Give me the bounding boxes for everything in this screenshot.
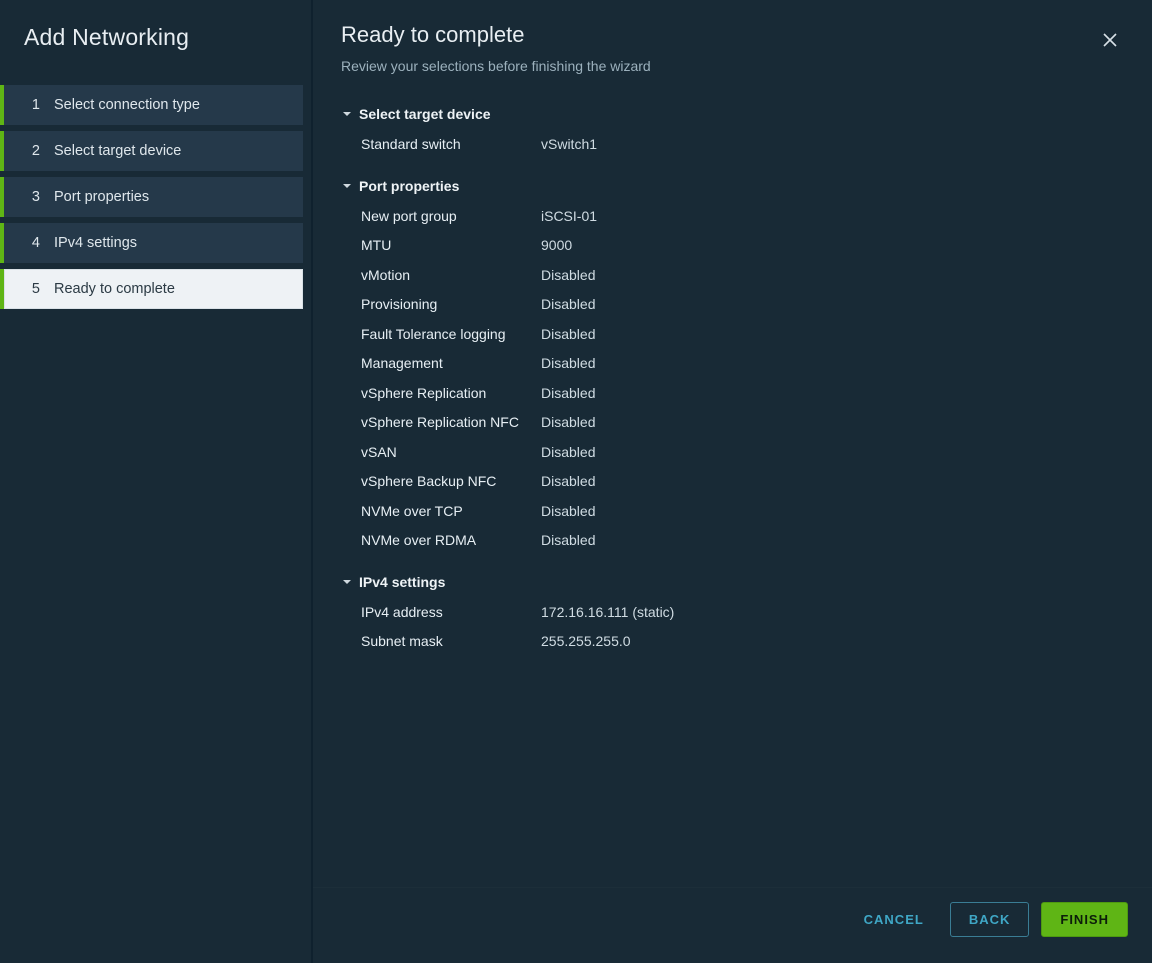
section-title: Select target device xyxy=(359,106,491,122)
row-label: Fault Tolerance logging xyxy=(361,326,541,344)
step-select-connection-type[interactable]: 1 Select connection type xyxy=(0,85,303,125)
cancel-button[interactable]: CANCEL xyxy=(850,902,938,937)
step-number: 5 xyxy=(22,281,40,297)
wizard-footer: CANCEL BACK FINISH xyxy=(313,887,1152,963)
row-ft-logging: Fault Tolerance logging Disabled xyxy=(341,320,1124,350)
step-label: Select target device xyxy=(54,143,181,159)
close-icon xyxy=(1103,33,1117,52)
section-title: IPv4 settings xyxy=(359,574,445,590)
step-port-properties[interactable]: 3 Port properties xyxy=(0,177,303,217)
row-value: 172.16.16.111 (static) xyxy=(541,604,1124,622)
step-number: 2 xyxy=(22,143,40,159)
chevron-down-icon xyxy=(341,108,353,120)
row-label: IPv4 address xyxy=(361,604,541,622)
row-value: Disabled xyxy=(541,326,1124,344)
row-value: iSCSI-01 xyxy=(541,208,1124,226)
add-networking-wizard: Add Networking 1 Select connection type … xyxy=(0,0,1152,963)
row-value: Disabled xyxy=(541,444,1124,462)
row-new-port-group: New port group iSCSI-01 xyxy=(341,202,1124,232)
chevron-down-icon xyxy=(341,576,353,588)
review-content: Select target device Standard switch vSw… xyxy=(313,94,1152,887)
row-value: Disabled xyxy=(541,296,1124,314)
row-ipv4-address: IPv4 address 172.16.16.111 (static) xyxy=(341,598,1124,628)
row-value: Disabled xyxy=(541,355,1124,373)
row-vsphere-replication: vSphere Replication Disabled xyxy=(341,379,1124,409)
row-management: Management Disabled xyxy=(341,349,1124,379)
step-ready-to-complete[interactable]: 5 Ready to complete xyxy=(0,269,303,309)
step-number: 1 xyxy=(22,97,40,113)
section-header-port[interactable]: Port properties xyxy=(341,172,1124,200)
row-value: vSwitch1 xyxy=(541,136,1124,154)
row-value: Disabled xyxy=(541,503,1124,521)
wizard-sidebar: Add Networking 1 Select connection type … xyxy=(0,0,312,963)
row-label: NVMe over TCP xyxy=(361,503,541,521)
row-label: NVMe over RDMA xyxy=(361,532,541,550)
back-button[interactable]: BACK xyxy=(950,902,1030,937)
row-label: vSphere Replication xyxy=(361,385,541,403)
wizard-main: Ready to complete Review your selections… xyxy=(312,0,1152,963)
section-rows: New port group iSCSI-01 MTU 9000 vMotion… xyxy=(341,200,1124,562)
header-texts: Ready to complete Review your selections… xyxy=(341,22,1096,74)
step-number: 3 xyxy=(22,189,40,205)
section-title: Port properties xyxy=(359,178,459,194)
row-standard-switch: Standard switch vSwitch1 xyxy=(341,130,1124,160)
row-value: 255.255.255.0 xyxy=(541,633,1124,651)
row-vsphere-replication-nfc: vSphere Replication NFC Disabled xyxy=(341,408,1124,438)
row-value: Disabled xyxy=(541,385,1124,403)
row-label: MTU xyxy=(361,237,541,255)
row-value: Disabled xyxy=(541,532,1124,550)
section-port-properties: Port properties New port group iSCSI-01 … xyxy=(341,172,1124,562)
row-value: Disabled xyxy=(541,473,1124,491)
section-header-ipv4[interactable]: IPv4 settings xyxy=(341,568,1124,596)
row-label: vMotion xyxy=(361,267,541,285)
row-provisioning: Provisioning Disabled xyxy=(341,290,1124,320)
close-button[interactable] xyxy=(1096,28,1124,56)
wizard-title: Add Networking xyxy=(0,24,311,79)
row-label: Provisioning xyxy=(361,296,541,314)
row-label: New port group xyxy=(361,208,541,226)
section-header-target[interactable]: Select target device xyxy=(341,100,1124,128)
step-select-target-device[interactable]: 2 Select target device xyxy=(0,131,303,171)
row-value: 9000 xyxy=(541,237,1124,255)
section-rows: Standard switch vSwitch1 xyxy=(341,128,1124,166)
section-rows: IPv4 address 172.16.16.111 (static) Subn… xyxy=(341,596,1124,663)
chevron-down-icon xyxy=(341,180,353,192)
step-label: Ready to complete xyxy=(54,281,175,297)
row-label: vSphere Replication NFC xyxy=(361,414,541,432)
row-label: vSAN xyxy=(361,444,541,462)
row-nvme-tcp: NVMe over TCP Disabled xyxy=(341,497,1124,527)
row-nvme-rdma: NVMe over RDMA Disabled xyxy=(341,526,1124,556)
step-label: IPv4 settings xyxy=(54,235,137,251)
section-ipv4-settings: IPv4 settings IPv4 address 172.16.16.111… xyxy=(341,568,1124,663)
page-subtitle: Review your selections before finishing … xyxy=(341,58,1096,74)
row-label: Management xyxy=(361,355,541,373)
row-value: Disabled xyxy=(541,267,1124,285)
row-vsan: vSAN Disabled xyxy=(341,438,1124,468)
row-mtu: MTU 9000 xyxy=(341,231,1124,261)
row-label: Standard switch xyxy=(361,136,541,154)
row-vsphere-backup-nfc: vSphere Backup NFC Disabled xyxy=(341,467,1124,497)
finish-button[interactable]: FINISH xyxy=(1041,902,1128,937)
row-label: Subnet mask xyxy=(361,633,541,651)
row-label: vSphere Backup NFC xyxy=(361,473,541,491)
section-select-target-device: Select target device Standard switch vSw… xyxy=(341,100,1124,166)
row-value: Disabled xyxy=(541,414,1124,432)
wizard-steps: 1 Select connection type 2 Select target… xyxy=(0,85,311,309)
step-label: Select connection type xyxy=(54,97,200,113)
wizard-header: Ready to complete Review your selections… xyxy=(313,0,1152,94)
page-title: Ready to complete xyxy=(341,22,1096,48)
row-vmotion: vMotion Disabled xyxy=(341,261,1124,291)
step-label: Port properties xyxy=(54,189,149,205)
step-number: 4 xyxy=(22,235,40,251)
step-ipv4-settings[interactable]: 4 IPv4 settings xyxy=(0,223,303,263)
row-subnet-mask: Subnet mask 255.255.255.0 xyxy=(341,627,1124,657)
